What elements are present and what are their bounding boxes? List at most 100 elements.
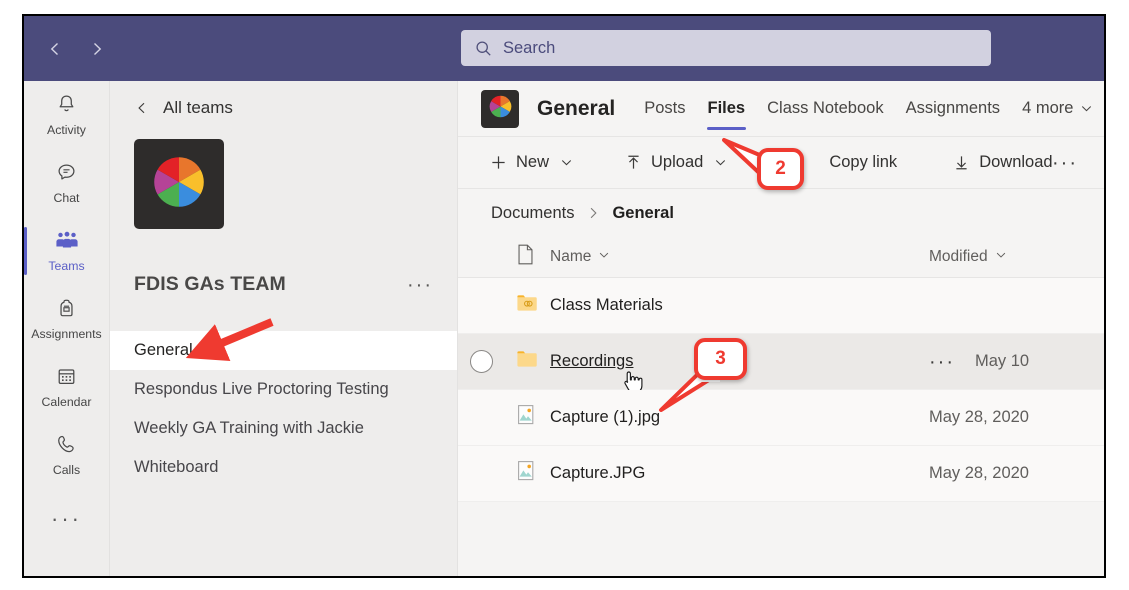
channel-item-whiteboard[interactable]: Whiteboard <box>110 448 457 487</box>
rail-label-activity: Activity <box>47 124 86 136</box>
team-name: FDIS GAs TEAM <box>134 273 286 296</box>
screenshot-root: Search Activity <box>0 0 1129 590</box>
channel-avatar <box>481 90 519 128</box>
channel-item-respondus-live-proctoring-testing[interactable]: Respondus Live Proctoring Testing <box>110 370 457 409</box>
row-icon-cell <box>500 404 550 431</box>
row-name-cell[interactable]: Recordings <box>550 352 929 371</box>
copy-link-label: Copy link <box>829 153 897 172</box>
team-more-options-button[interactable]: ··· <box>407 279 439 291</box>
all-teams-back-button[interactable]: All teams <box>110 81 457 118</box>
back-button[interactable] <box>42 36 68 62</box>
backpack-icon <box>55 297 78 325</box>
image-file-icon <box>516 404 536 431</box>
upload-label: Upload <box>651 153 703 172</box>
tab-label: Assignments <box>906 99 1000 118</box>
tab-more-label: 4 more <box>1022 99 1073 118</box>
tab-label: Class Notebook <box>767 99 883 118</box>
search-placeholder: Search <box>503 39 555 58</box>
row-select-circle[interactable] <box>470 350 493 373</box>
command-overflow-button[interactable]: ··· <box>1052 158 1078 168</box>
rail-label-teams: Teams <box>48 260 84 272</box>
bell-icon <box>55 93 78 121</box>
teams-window: Search Activity <box>22 14 1106 578</box>
tab-files[interactable]: Files <box>697 81 757 136</box>
table-row[interactable]: Recordings ··· May 10 <box>458 334 1104 390</box>
modified-value: May 28, 2020 <box>929 408 1029 427</box>
chevron-down-icon <box>598 248 610 266</box>
modified-value: May 28, 2020 <box>929 464 1029 483</box>
rail-label-assignments: Assignments <box>31 328 101 340</box>
rail-label-calls: Calls <box>53 464 80 476</box>
modified-value: May 10 <box>975 352 1029 371</box>
row-icon-cell <box>500 293 550 318</box>
folder-icon <box>516 349 539 374</box>
file-name-link[interactable]: Class Materials <box>550 296 663 315</box>
channel-item-general[interactable]: General <box>110 331 457 370</box>
copy-link-button[interactable]: Copy link <box>829 153 897 172</box>
download-arrow-icon <box>953 154 970 171</box>
channel-label: Respondus Live Proctoring Testing <box>134 380 389 399</box>
row-name-cell[interactable]: Capture (1).jpg <box>550 408 929 427</box>
phone-icon <box>55 433 78 461</box>
command-bar: New Upload <box>458 137 1104 189</box>
team-name-row: FDIS GAs TEAM ··· <box>134 273 439 296</box>
tab-posts[interactable]: Posts <box>633 81 696 136</box>
rail-item-teams[interactable]: Teams <box>24 217 109 285</box>
image-file-icon <box>516 460 536 487</box>
tab-class-notebook[interactable]: Class Notebook <box>756 81 894 136</box>
channel-item-weekly-ga-training-with-jackie[interactable]: Weekly GA Training with Jackie <box>110 409 457 448</box>
team-avatar[interactable] <box>134 139 224 229</box>
file-type-column-header[interactable] <box>500 244 550 270</box>
new-label: New <box>516 153 549 172</box>
chevron-left-icon <box>135 101 149 115</box>
chevron-down-icon <box>995 248 1007 266</box>
name-column-label: Name <box>550 248 591 266</box>
search-input[interactable]: Search <box>461 30 991 66</box>
rail-item-assignments[interactable]: Assignments <box>24 285 109 353</box>
row-select-cell[interactable] <box>458 350 500 373</box>
file-name-link[interactable]: Capture (1).jpg <box>550 408 660 427</box>
calendar-icon <box>55 365 78 393</box>
tab-assignments[interactable]: Assignments <box>895 81 1011 136</box>
row-name-cell[interactable]: Capture.JPG <box>550 464 929 483</box>
breadcrumb-item-documents[interactable]: Documents <box>491 204 574 223</box>
rail-more-button[interactable]: ··· <box>24 489 109 549</box>
channel-header: General Posts Files Class Notebook Assig… <box>458 81 1104 137</box>
download-button[interactable]: Download <box>953 153 1052 172</box>
all-teams-label: All teams <box>163 98 233 118</box>
file-name-link[interactable]: Capture.JPG <box>550 464 645 483</box>
table-row[interactable]: Class Materials <box>458 278 1104 334</box>
teams-sidebar: All teams <box>110 81 458 576</box>
channel-tabs: Posts Files Class Notebook Assignments 4… <box>633 81 1104 136</box>
table-row[interactable]: Capture (1).jpg May 28, 2020 <box>458 390 1104 446</box>
upload-arrow-icon <box>625 154 642 171</box>
name-column-header[interactable]: Name <box>550 248 929 266</box>
row-more-options-button[interactable]: ··· <box>929 357 955 367</box>
channel-list: General Respondus Live Proctoring Testin… <box>110 331 457 487</box>
document-icon <box>516 244 535 270</box>
new-button[interactable]: New <box>490 153 573 172</box>
row-modified-cell: May 28, 2020 <box>929 408 1104 427</box>
channel-label: Weekly GA Training with Jackie <box>134 419 364 438</box>
row-modified-cell: May 28, 2020 <box>929 464 1104 483</box>
tab-more-dropdown[interactable]: 4 more <box>1011 81 1104 136</box>
upload-button[interactable]: Upload <box>625 153 727 172</box>
color-wheel-icon <box>148 151 210 218</box>
top-bar: Search <box>24 16 1104 81</box>
tab-label: Files <box>708 99 746 118</box>
channel-title: General <box>537 97 615 121</box>
chevron-down-icon <box>714 156 727 169</box>
people-icon <box>54 229 80 257</box>
table-row[interactable]: Capture.JPG May 28, 2020 <box>458 446 1104 502</box>
rail-item-calls[interactable]: Calls <box>24 421 109 489</box>
forward-button[interactable] <box>84 36 110 62</box>
rail-item-calendar[interactable]: Calendar <box>24 353 109 421</box>
modified-column-header[interactable]: Modified <box>929 248 1104 266</box>
file-name-link[interactable]: Recordings <box>550 352 633 371</box>
breadcrumb: Documents General <box>458 189 1104 237</box>
channel-label: General <box>134 341 193 360</box>
row-name-cell[interactable]: Class Materials <box>550 296 929 315</box>
rail-item-chat[interactable]: Chat <box>24 149 109 217</box>
rail-item-activity[interactable]: Activity <box>24 81 109 149</box>
chevron-right-icon <box>586 206 600 220</box>
